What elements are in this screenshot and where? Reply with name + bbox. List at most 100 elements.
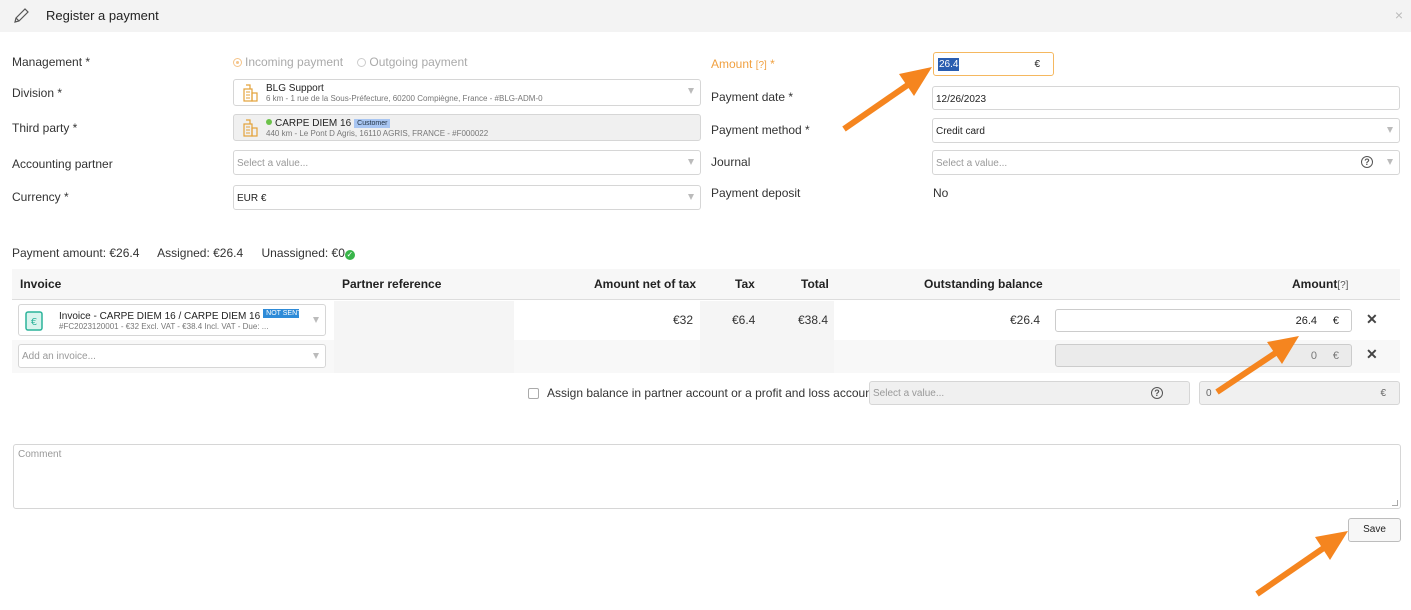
currency-select[interactable]: EUR € — [233, 185, 701, 210]
th-tax: Tax — [735, 277, 755, 291]
check-icon: ✓ — [344, 250, 355, 260]
third-party-name-line: CARPE DIEM 16 Customer — [266, 118, 391, 129]
th-amount: Amount[?] — [1292, 277, 1349, 291]
help-icon[interactable]: [?] — [756, 60, 767, 71]
status-dot-icon — [266, 119, 272, 125]
th-amount-net: Amount net of tax — [594, 277, 696, 291]
third-party-detail: 440 km - Le Pont D Agris, 16110 AGRIS, F… — [266, 129, 489, 138]
chevron-down-icon — [688, 194, 694, 200]
save-button[interactable]: Save — [1348, 518, 1401, 542]
amount-label: Amount [?] * — [711, 57, 775, 71]
total-cell: €38.4 — [798, 313, 829, 327]
balance-amount-value: 0 — [1206, 388, 1212, 399]
table-header — [12, 269, 1400, 300]
svg-text:€: € — [31, 317, 37, 328]
comment-textarea[interactable]: Comment — [13, 444, 1401, 509]
journal-placeholder: Select a value... — [936, 158, 1008, 169]
chevron-down-icon — [1387, 127, 1393, 133]
th-invoice: Invoice — [20, 277, 62, 291]
arrow-save-icon — [1255, 531, 1348, 597]
add-invoice-select[interactable]: Add an invoice... — [18, 344, 326, 368]
th-outstanding: Outstanding balance — [924, 277, 1043, 291]
comment-placeholder: Comment — [18, 449, 62, 460]
third-party-select[interactable]: CARPE DIEM 16 Customer 440 km - Le Pont D… — [233, 114, 701, 141]
amount-value: 26.4 — [938, 58, 960, 71]
add-invoice-placeholder: Add an invoice... — [22, 351, 96, 362]
payment-deposit-label: Payment deposit — [711, 186, 801, 200]
close-icon[interactable]: × — [1395, 7, 1403, 23]
currency-symbol: € — [1332, 350, 1339, 362]
remove-row-icon[interactable]: ✕ — [1366, 346, 1378, 363]
payment-summary: Payment amount: €26.4 Assigned: €26.4 Un… — [12, 246, 370, 260]
row-amount-input[interactable]: 26.4 € — [1055, 309, 1352, 332]
balance-account-select[interactable]: Select a value... ? — [869, 381, 1190, 405]
currency-label: Currency * — [12, 190, 69, 204]
th-partner-reference: Partner reference — [342, 277, 442, 291]
row-amount-value: 26.4 — [1295, 315, 1317, 327]
chevron-down-icon — [313, 317, 319, 323]
dialog-header: Register a payment × — [0, 0, 1411, 32]
accounting-partner-placeholder: Select a value... — [237, 158, 309, 169]
assign-balance-checkbox[interactable] — [528, 388, 539, 399]
division-detail: 6 km - 1 rue de la Sous-Préfecture, 6020… — [266, 94, 543, 103]
balance-account-placeholder: Select a value... — [873, 388, 945, 399]
assigned-text: Assigned: €26.4 — [157, 246, 244, 260]
payment-deposit-value: No — [933, 186, 949, 200]
add-row-amount-value: 0 — [1310, 350, 1317, 362]
payment-date-input[interactable]: 12/26/2023 — [932, 86, 1400, 110]
chevron-down-icon — [688, 88, 694, 94]
balance-amount-input: 0 € — [1199, 381, 1400, 405]
add-row-amount-input: 0 € — [1055, 344, 1352, 367]
invoice-select[interactable]: € Invoice - CARPE DIEM 16 / CARPE DIEM 1… — [18, 304, 326, 336]
third-party-label: Third party * — [12, 121, 78, 135]
chevron-down-icon — [1387, 159, 1393, 165]
dialog-title: Register a payment — [46, 8, 159, 23]
radio-outgoing[interactable]: Outgoing payment — [357, 55, 467, 69]
journal-label: Journal — [711, 155, 751, 169]
amount-input[interactable]: 26.4 € — [933, 52, 1054, 76]
payment-date-value: 12/26/2023 — [936, 94, 987, 105]
question-icon[interactable]: ? — [1151, 387, 1163, 399]
currency-symbol: € — [1380, 388, 1386, 399]
accounting-partner-label: Accounting partner — [12, 157, 113, 171]
currency-symbol: € — [1034, 59, 1040, 70]
pencil-icon — [14, 8, 29, 23]
assign-balance-label: Assign balance in partner account or a p… — [547, 386, 876, 400]
journal-select[interactable]: Select a value... ? — [932, 150, 1400, 175]
payment-method-value: Credit card — [936, 126, 985, 137]
amount-net-cell: €32 — [673, 313, 694, 327]
building-icon — [243, 119, 258, 137]
question-icon[interactable]: ? — [1361, 156, 1373, 168]
management-radio-group: Incoming payment Outgoing payment — [233, 55, 467, 69]
unassigned-text: Unassigned: €0 — [261, 246, 345, 260]
resize-handle-icon[interactable] — [1392, 500, 1398, 506]
invoice-icon: € — [25, 311, 43, 331]
tax-cell: €6.4 — [732, 313, 756, 327]
radio-incoming[interactable]: Incoming payment — [233, 55, 343, 69]
currency-value: EUR € — [237, 193, 267, 204]
outstanding-cell: €26.4 — [1010, 313, 1041, 327]
chevron-down-icon — [313, 353, 319, 359]
third-party-name: CARPE DIEM 16 — [275, 118, 352, 129]
chevron-down-icon — [688, 159, 694, 165]
currency-symbol: € — [1332, 315, 1339, 327]
building-icon — [243, 84, 258, 102]
arrow-amount-icon — [842, 67, 932, 132]
payment-method-select[interactable]: Credit card — [932, 118, 1400, 143]
remove-row-icon[interactable]: ✕ — [1366, 311, 1378, 328]
customer-badge: Customer — [354, 119, 391, 128]
division-name: BLG Support — [266, 83, 324, 94]
management-label: Management * — [12, 55, 91, 69]
help-icon[interactable]: [?] — [1337, 280, 1348, 291]
payment-date-label: Payment date * — [711, 90, 794, 104]
invoice-detail: #FC2023120001 - €32 Excl. VAT - €38.4 In… — [59, 322, 269, 331]
payment-method-label: Payment method * — [711, 123, 810, 137]
invoice-title-line: Invoice - CARPE DIEM 16 / CARPE DIEM 16 N… — [59, 309, 300, 322]
not-sent-badge: NOT SENT — [263, 309, 300, 318]
division-select[interactable]: BLG Support 6 km - 1 rue de la Sous-Préf… — [233, 79, 701, 106]
payment-amount-text: Payment amount: €26.4 — [12, 246, 140, 260]
division-label: Division * — [12, 86, 63, 100]
accounting-partner-select[interactable]: Select a value... — [233, 150, 701, 175]
th-total: Total — [801, 277, 829, 291]
invoice-title: Invoice - CARPE DIEM 16 / CARPE DIEM 16 — [59, 311, 261, 322]
